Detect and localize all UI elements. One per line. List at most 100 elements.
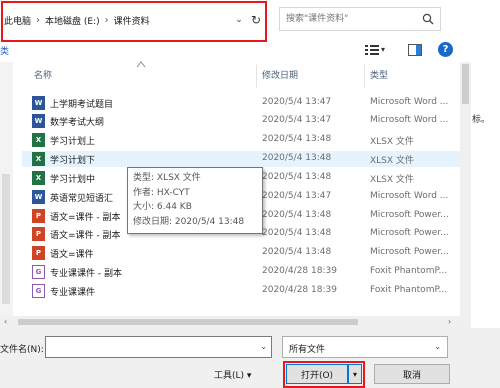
word-doc-icon: W (32, 96, 45, 110)
tooltip-size: 大小: 6.44 KB (133, 202, 192, 212)
file-type: Microsoft Word ... (370, 97, 449, 107)
file-date: 2020/5/4 13:47 (262, 191, 332, 201)
file-type: XLSX 文件 (370, 137, 414, 147)
list-item[interactable]: W 上学期考试题目 2020/5/4 13:47 Microsoft Word … (22, 95, 460, 111)
navigation-pane (0, 62, 13, 330)
scrollbar-thumb[interactable] (462, 64, 469, 104)
powerpoint-icon: P (32, 209, 45, 223)
breadcrumb-item-drive-e[interactable]: 本地磁盘 (E:) (45, 14, 100, 27)
column-divider[interactable] (256, 64, 257, 88)
breadcrumb-separator-icon[interactable]: › (105, 15, 109, 26)
file-name: 语文=课件 - 副本 (50, 231, 121, 241)
excel-icon: X (32, 171, 45, 185)
file-type: Foxit PhantomP... (370, 266, 448, 276)
file-date: 2020/5/4 13:48 (262, 210, 332, 220)
file-type: Microsoft Word ... (370, 191, 449, 201)
chevron-down-icon[interactable]: ⌄ (260, 342, 267, 351)
list-item[interactable]: W 数学考试大纲 2020/5/4 13:47 Microsoft Word .… (22, 113, 460, 129)
horizontal-scrollbar[interactable]: ‹ › (0, 316, 460, 328)
help-icon[interactable]: ? (438, 42, 453, 57)
filetype-select[interactable]: 所有文件 ⌄ (282, 336, 448, 358)
cancel-button[interactable]: 取消 (374, 364, 450, 384)
file-name: 数学考试大纲 (50, 118, 105, 128)
powerpoint-icon: P (32, 246, 45, 260)
sort-up-icon (136, 61, 146, 68)
file-date: 2020/5/4 13:48 (262, 228, 332, 238)
file-date: 2020/5/4 13:48 (262, 134, 332, 144)
scroll-left-icon[interactable]: ‹ (4, 317, 7, 326)
address-bar: 此电脑 › 本地磁盘 (E:) › 课件资料 ⌄ ↻ (0, 0, 500, 42)
splitter[interactable] (13, 62, 19, 330)
file-name: 学习计划上 (50, 137, 96, 147)
powerpoint-icon: P (32, 227, 45, 241)
toolbar-cut-text[interactable]: 类 (0, 44, 9, 57)
caret-down-icon[interactable]: ▾ (247, 371, 252, 381)
list-item[interactable]: P 语文=课件 2020/5/4 13:48 Microsoft Power..… (22, 245, 460, 261)
file-name: 英语常见短语汇 (50, 194, 114, 204)
file-info-tooltip: 类型: XLSX 文件 作者: HX-CYT 大小: 6.44 KB 修改日期:… (127, 167, 263, 234)
search-box[interactable] (279, 7, 441, 31)
open-button[interactable]: 打开(O) (286, 364, 348, 384)
file-date: 2020/4/28 18:39 (262, 285, 337, 295)
vertical-scrollbar[interactable] (460, 62, 471, 330)
file-type: XLSX 文件 (370, 175, 414, 185)
excel-icon: X (32, 152, 45, 166)
toolbar: 类 (0, 40, 500, 62)
file-name: 语文=课件 - 副本 (50, 213, 121, 223)
file-date: 2020/5/4 13:47 (262, 97, 332, 107)
foxit-pdf-icon: G (32, 265, 45, 279)
preview-pane-icon[interactable] (408, 44, 422, 56)
search-input[interactable] (286, 11, 414, 27)
view-dropdown-icon[interactable]: ▾ (381, 45, 385, 54)
file-date: 2020/5/4 13:47 (262, 115, 332, 125)
breadcrumb[interactable]: 此电脑 › 本地磁盘 (E:) › 课件资料 (4, 10, 267, 30)
tools-button[interactable]: 工具(L) ▾ (214, 368, 251, 381)
file-type: Microsoft Word ... (370, 115, 449, 125)
file-type: Foxit PhantomP... (370, 285, 448, 295)
list-item-selected[interactable]: X 学习计划下 2020/5/4 13:48 XLSX 文件 (22, 151, 460, 167)
filename-field[interactable]: ⌄ (45, 336, 272, 358)
refresh-icon[interactable]: ↻ (248, 10, 264, 30)
excel-icon: X (32, 133, 45, 147)
file-name: 语文=课件 (50, 250, 94, 260)
breadcrumb-item-folder[interactable]: 课件资料 (114, 14, 150, 27)
list-item[interactable]: G 专业课课件 2020/4/28 18:39 Foxit PhantomP..… (22, 283, 460, 299)
file-type: XLSX 文件 (370, 156, 414, 166)
list-item[interactable]: X 学习计划上 2020/5/4 13:48 XLSX 文件 (22, 132, 460, 148)
filetype-value[interactable]: 所有文件 (289, 342, 325, 355)
file-date: 2020/5/4 13:48 (262, 172, 332, 182)
file-type: Microsoft Power... (370, 247, 449, 257)
tools-label[interactable]: 工具(L) (214, 371, 244, 381)
file-name: 学习计划下 (50, 156, 96, 166)
filename-label: 文件名(N): (0, 345, 44, 355)
file-name: 学习计划中 (50, 175, 96, 185)
column-divider[interactable] (364, 64, 365, 88)
nav-scrollbar-thumb[interactable] (2, 174, 10, 304)
tooltip-type: 类型: XLSX 文件 (133, 173, 201, 183)
column-header-name[interactable]: 名称 (34, 68, 52, 86)
column-header-type[interactable]: 类型 (370, 68, 388, 86)
scrollbar-thumb[interactable] (18, 319, 358, 325)
file-type: Microsoft Power... (370, 210, 449, 220)
file-type: Microsoft Power... (370, 228, 449, 238)
file-date: 2020/5/4 13:48 (262, 153, 332, 163)
scroll-right-icon[interactable]: › (448, 317, 451, 326)
breadcrumb-item-this-pc[interactable]: 此电脑 (4, 14, 31, 27)
foxit-pdf-icon: G (32, 284, 45, 298)
search-icon[interactable] (422, 13, 434, 25)
list-item[interactable]: G 专业课课件 - 副本 2020/4/28 18:39 Foxit Phant… (22, 264, 460, 280)
word-doc-icon: W (32, 114, 45, 128)
column-header-date[interactable]: 修改日期 (262, 68, 298, 86)
background-text: 标。 (472, 115, 491, 125)
view-options-icon[interactable] (364, 44, 380, 56)
file-name: 专业课课件 - 副本 (50, 269, 122, 279)
chevron-down-icon[interactable]: ⌄ (232, 10, 246, 30)
tooltip-modified: 修改日期: 2020/5/4 13:48 (133, 216, 245, 227)
word-doc-icon: W (32, 190, 45, 204)
chevron-down-icon[interactable]: ⌄ (434, 342, 441, 351)
file-date: 2020/4/28 18:39 (262, 266, 337, 276)
breadcrumb-separator-icon[interactable]: › (36, 15, 40, 26)
tooltip-author: 作者: HX-CYT (133, 187, 190, 198)
open-dropdown-icon[interactable]: ▾ (348, 364, 362, 384)
file-name: 上学期考试题目 (50, 100, 114, 110)
